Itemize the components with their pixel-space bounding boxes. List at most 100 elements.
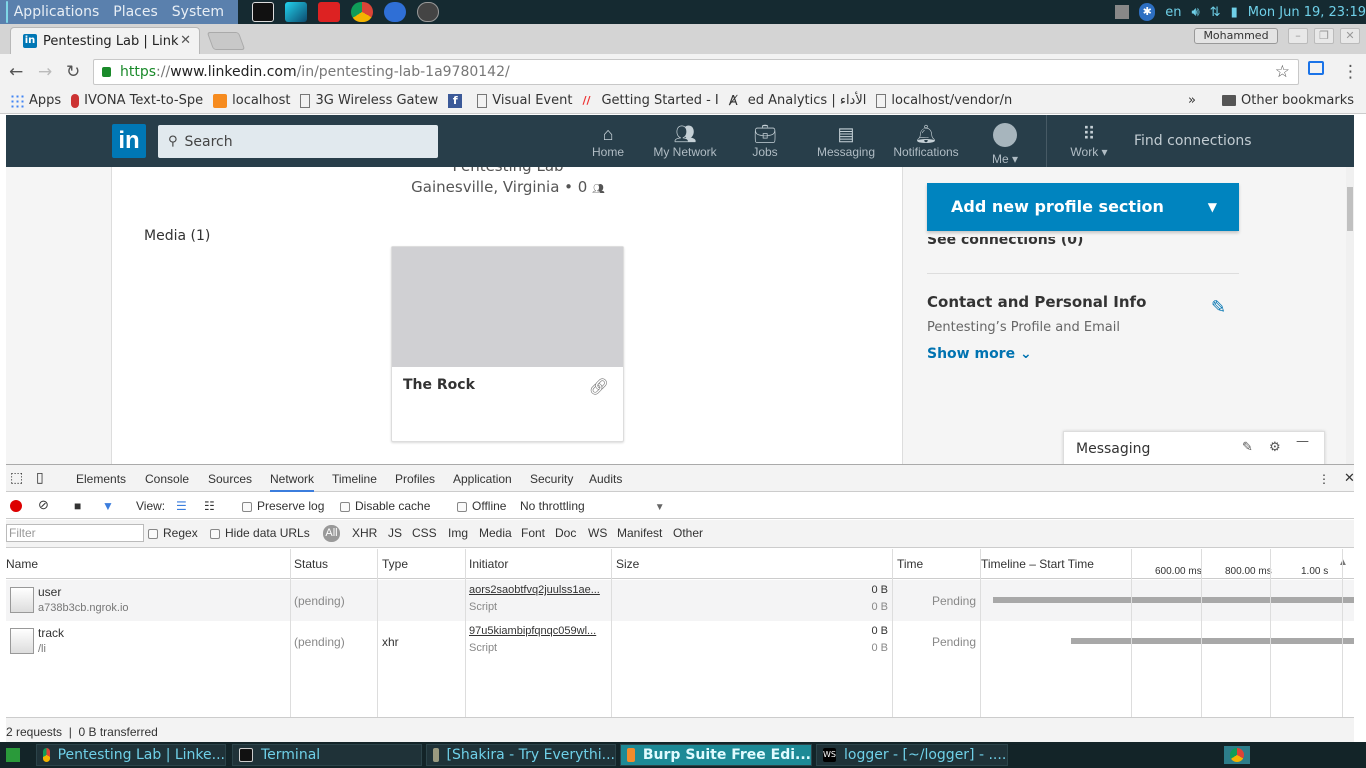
bookmark-apps[interactable]: Apps	[10, 93, 61, 108]
table-row[interactable]: user a738b3cb.ngrok.io (pending) aors2sa…	[6, 580, 1354, 621]
taskbar-item-music[interactable]: [Shakira - Try Everythi...	[426, 744, 616, 766]
keyboard-lang[interactable]: en	[1165, 5, 1181, 20]
tab-audits[interactable]: Audits	[589, 472, 622, 486]
throttling-select[interactable]: No throttling ▼	[520, 499, 665, 513]
col-type[interactable]: Type	[382, 557, 408, 571]
menu-system[interactable]: System	[172, 4, 224, 20]
filter-doc[interactable]: Doc	[555, 526, 576, 540]
hide-data-urls-checkbox[interactable]: Hide data URLs	[210, 526, 310, 540]
messaging-overlay[interactable]: Messaging ✎ ⚙ —	[1063, 431, 1325, 464]
initiator-link[interactable]: aors2saobtfvq2juulss1ae...	[469, 584, 600, 596]
webstorm-launcher-icon[interactable]	[285, 2, 307, 22]
scrollbar-thumb[interactable]	[1347, 187, 1353, 231]
link-icon[interactable]: 🔗︎	[589, 377, 609, 396]
filter-css[interactable]: CSS	[412, 526, 437, 540]
tab-profiles[interactable]: Profiles	[395, 472, 435, 486]
capture-screenshots-icon[interactable]: ■	[74, 499, 81, 513]
checkbox[interactable]	[148, 528, 158, 539]
nav-me[interactable]: Me ▾	[990, 123, 1020, 166]
close-window-button[interactable]: ✕	[1340, 28, 1360, 44]
filter-img[interactable]: Img	[448, 526, 468, 540]
nav-home[interactable]: ⌂ Home	[590, 123, 626, 159]
bookmark-localhost[interactable]: localhost	[213, 93, 290, 108]
workspace-switcher[interactable]	[1224, 746, 1250, 764]
regex-checkbox[interactable]: Regex	[148, 526, 198, 540]
bookmark-star-icon[interactable]: ☆	[1275, 62, 1290, 82]
reload-icon[interactable]: ↻	[66, 62, 80, 82]
table-row[interactable]: track /li (pending) xhr 97u5kiambipfqnqc…	[6, 621, 1354, 662]
devtools-menu-icon[interactable]: ⋮	[1318, 472, 1330, 486]
network-icon[interactable]: ⇅	[1210, 5, 1221, 20]
gear-icon[interactable]: ⚙	[1269, 440, 1281, 455]
filter-manifest[interactable]: Manifest	[617, 526, 662, 540]
bookmark-facebook[interactable]: f	[448, 93, 467, 108]
chrome-launcher-icon[interactable]	[351, 2, 373, 22]
clock[interactable]: Mon Jun 19, 23:19	[1248, 5, 1366, 20]
nav-jobs[interactable]: 💼︎ Jobs	[750, 123, 780, 159]
minimize-button[interactable]: –	[1288, 28, 1308, 44]
filter-media[interactable]: Media	[479, 526, 512, 540]
media-card[interactable]: The Rock 🔗︎	[391, 246, 624, 442]
taskbar-item-chrome[interactable]: Pentesting Lab | Linke...	[36, 744, 226, 766]
other-bookmarks[interactable]: Other bookmarks	[1222, 93, 1354, 108]
filter-icon[interactable]: ▼	[102, 499, 114, 513]
address-bar[interactable]: https :// www.linkedin.com /in/pentestin…	[93, 59, 1299, 85]
compose-icon[interactable]: ✎	[1242, 440, 1253, 455]
bookmark-getting-started[interactable]: // Getting Started - I	[582, 93, 718, 108]
checkbox[interactable]	[340, 501, 350, 512]
minimize-icon[interactable]: —	[1296, 434, 1309, 449]
col-name[interactable]: Name	[6, 557, 38, 571]
tray-square-icon[interactable]	[1115, 5, 1130, 19]
taskbar-item-burp[interactable]: Burp Suite Free Edi...	[620, 744, 812, 766]
disable-cache-checkbox[interactable]: Disable cache	[340, 499, 430, 513]
bookmarks-overflow-button[interactable]: »	[1188, 93, 1196, 108]
back-icon[interactable]: ←	[9, 62, 23, 82]
nav-my-network[interactable]: 👥︎ My Network	[650, 123, 720, 159]
menu-places[interactable]: Places	[113, 4, 158, 20]
checkbox[interactable]	[242, 501, 252, 512]
offline-checkbox[interactable]: Offline	[457, 499, 506, 513]
tab-security[interactable]: Security	[530, 472, 573, 486]
filter-other[interactable]: Other	[673, 526, 703, 540]
terminal-launcher-icon[interactable]	[252, 2, 274, 22]
tab-elements[interactable]: Elements	[76, 472, 126, 486]
taskbar-item-terminal[interactable]: Terminal	[232, 744, 422, 766]
tab-sources[interactable]: Sources	[208, 472, 252, 486]
monitor-launcher-icon[interactable]	[384, 2, 406, 22]
filter-xhr[interactable]: XHR	[352, 526, 377, 540]
nav-notifications[interactable]: 🔔︎ Notifications	[890, 123, 962, 159]
browser-tab[interactable]: in Pentesting Lab | Link ✕	[10, 27, 200, 54]
search-input[interactable]: ⚲ Search	[158, 125, 438, 158]
s-app-launcher-icon[interactable]	[417, 2, 439, 22]
bookmark-analytics[interactable]: Ⱥed Analytics | الأداء	[729, 93, 867, 109]
record-button[interactable]	[10, 500, 22, 512]
filter-input[interactable]: Filter	[6, 524, 144, 542]
show-more-link[interactable]: Show more ⌄	[927, 346, 1032, 362]
col-timeline[interactable]: Timeline – Start Time	[981, 557, 1094, 571]
linkedin-logo[interactable]: in	[112, 124, 146, 158]
chrome-menu-icon[interactable]: ⋮	[1342, 62, 1359, 82]
taskbar-item-webstorm[interactable]: WS logger - [~/logger] - ......	[816, 744, 1008, 766]
tab-timeline[interactable]: Timeline	[332, 472, 377, 486]
show-desktop-icon[interactable]	[6, 748, 20, 762]
bookmark-visual-event[interactable]: Visual Event	[477, 93, 572, 108]
profile-button[interactable]: Mohammed	[1194, 28, 1278, 44]
tab-application[interactable]: Application	[453, 472, 512, 486]
edit-pencil-icon[interactable]: ✎	[1211, 297, 1226, 318]
checkbox[interactable]	[457, 501, 467, 512]
clear-icon[interactable]: ⊘	[38, 497, 49, 513]
col-size[interactable]: Size	[616, 557, 639, 571]
new-tab-button[interactable]	[206, 32, 246, 50]
bluetooth-icon[interactable]: ✱	[1139, 3, 1156, 21]
tab-network[interactable]: Network	[270, 472, 315, 492]
battery-icon[interactable]: ▮	[1231, 5, 1238, 20]
media-thumbnail[interactable]	[392, 247, 623, 367]
initiator-link[interactable]: 97u5kiambipfqnqc059wl...	[469, 625, 596, 637]
col-status[interactable]: Status	[294, 557, 328, 571]
large-rows-icon[interactable]: ☰	[176, 499, 187, 513]
nav-work[interactable]: ⠿ Work ▾	[1068, 123, 1110, 159]
menu-applications[interactable]: Applications	[14, 4, 100, 20]
bookmark-localhost-vendor[interactable]: localhost/vendor/n	[876, 93, 1012, 108]
bookmark-ivona[interactable]: IVONA Text-to-Spe	[71, 93, 203, 108]
forward-icon[interactable]: →	[38, 62, 52, 82]
